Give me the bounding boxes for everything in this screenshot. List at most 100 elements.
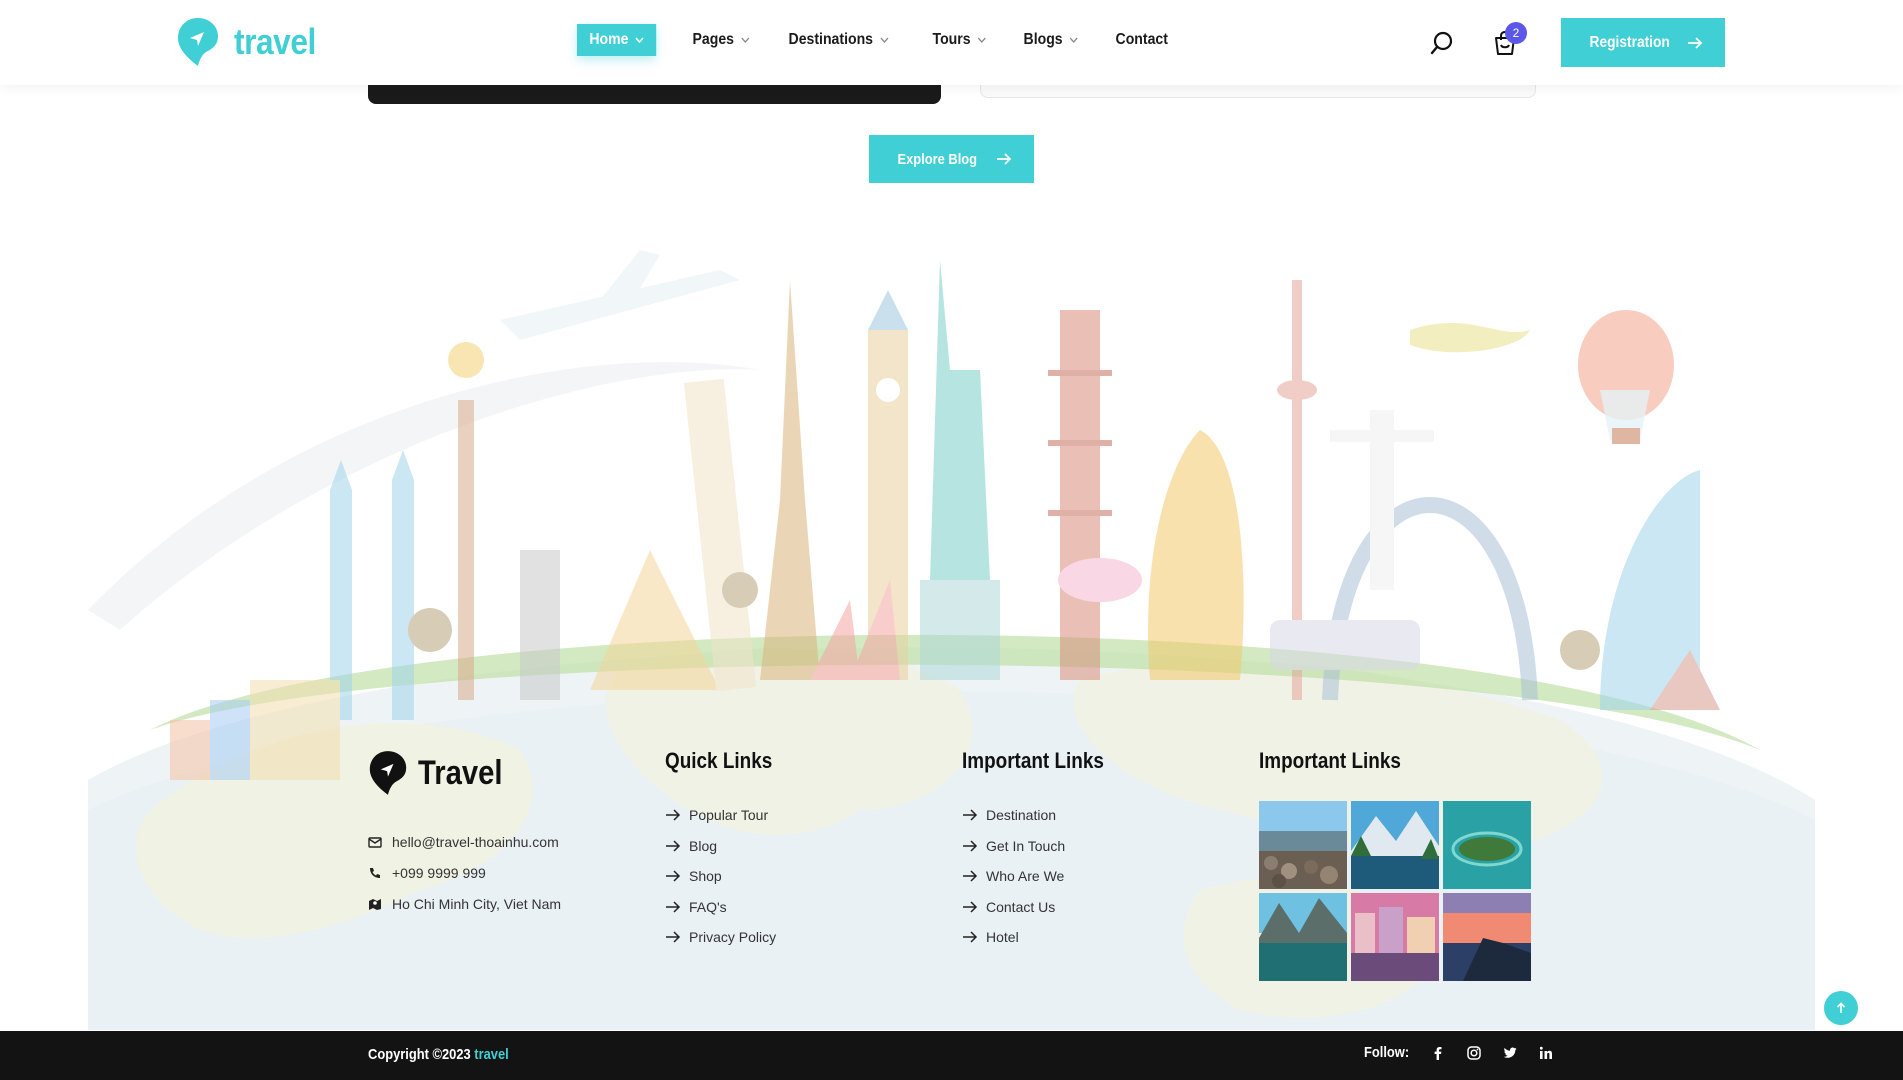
envelope-icon [368,836,382,848]
arrow-right-icon [666,870,681,882]
chevron-down-icon [977,37,986,43]
explore-blog-button[interactable]: Explore Blog [869,135,1034,183]
link-hotel[interactable]: Hotel [962,922,1065,953]
nav-contact-label: Contact [1115,31,1169,48]
gallery-image-pebble-beach[interactable] [1259,801,1347,889]
photo-sunset [1443,893,1531,981]
contact-address-text: Ho Chi Minh City, Viet Nam [392,895,562,912]
link-label: Blog [689,837,718,854]
arrow-right-icon [1687,36,1702,49]
nav-pages[interactable]: Pages [689,25,753,55]
photo-mountain [1351,801,1439,889]
footer-brand-name: Travel [418,753,503,792]
contact-phone[interactable]: +099 9999 999 [368,857,561,888]
contact-phone-text: +099 9999 999 [392,864,486,881]
copyright-text: Copyright ©2023 [368,1046,471,1063]
nav-pages-label: Pages [692,31,735,48]
link-destination[interactable]: Destination [962,800,1065,831]
chevron-down-icon [741,37,750,43]
contact-email[interactable]: hello@travel-thoainhu.com [368,826,561,857]
nav-blogs-label: Blogs [1023,31,1063,48]
nav-tours-label: Tours [932,31,971,48]
nav-blogs[interactable]: Blogs [1020,25,1082,55]
twitter-icon[interactable] [1503,1046,1517,1060]
link-label: Shop [689,868,722,885]
site-header: travel Home Pages Destinations Tours Blo… [0,0,1903,85]
photo-beach [1259,801,1347,889]
arrow-right-icon [963,931,978,943]
arrow-right-icon [963,840,978,852]
gallery-image-coastal-sunset[interactable] [1443,893,1531,981]
nav-destinations-label: Destinations [788,31,873,48]
link-get-in-touch[interactable]: Get In Touch [962,831,1065,862]
contact-address: Ho Chi Minh City, Viet Nam [368,888,561,919]
link-shop[interactable]: Shop [665,861,776,892]
social-follow: Follow: [1364,1044,1553,1061]
photo-island [1443,801,1531,889]
facebook-icon[interactable] [1431,1046,1445,1060]
chevron-down-icon [635,37,644,44]
arrow-right-icon [963,901,978,913]
footer-contact: hello@travel-thoainhu.com +099 9999 999 … [368,826,561,919]
important-links-title: Important Links [962,748,1104,773]
quick-links-title: Quick Links [665,748,773,773]
arrow-right-icon [963,870,978,882]
link-label: Privacy Policy [689,929,777,946]
nav-home[interactable]: Home [577,24,657,56]
nav-home-label: Home [589,31,629,48]
arrow-up-icon [1836,1002,1846,1013]
page: travel Home Pages Destinations Tours Blo… [0,0,1903,1080]
link-label: FAQ's [689,898,727,915]
gallery-image-city-canal[interactable] [1351,893,1439,981]
nav-contact[interactable]: Contact [1112,25,1171,55]
search-icon[interactable] [1430,30,1454,56]
arrow-right-icon [666,901,681,913]
link-blog[interactable]: Blog [665,831,776,862]
follow-label: Follow: [1364,1044,1410,1061]
site-logo[interactable]: travel [176,16,327,68]
registration-label: Registration [1589,33,1671,51]
copyright: Copyright ©2023 travel [368,1046,509,1063]
footer-logo[interactable]: Travel [368,748,516,798]
bottom-bar: Copyright ©2023 travel Follow: [0,1031,1903,1080]
link-privacy-policy[interactable]: Privacy Policy [665,922,776,953]
quick-links-list: Popular Tour Blog Shop FAQ's Privacy Pol… [665,800,776,953]
arrow-right-icon [963,809,978,821]
gallery-image-island[interactable] [1443,801,1531,889]
link-label: Destination [986,807,1057,824]
arrow-right-icon [666,840,681,852]
link-label: Who Are We [986,868,1065,885]
registration-button[interactable]: Registration [1561,18,1725,67]
footer-gallery [1259,801,1531,981]
photo-lake [1259,893,1347,981]
explore-blog-label: Explore Blog [897,150,978,168]
phone-icon [370,867,380,878]
arrow-right-icon [666,809,681,821]
cart-count-badge: 2 [1505,22,1527,44]
arrow-right-icon [996,153,1012,165]
main-nav: Home Pages Destinations Tours Blogs Cont… [577,24,1180,56]
photo-city [1351,893,1439,981]
logo-pin-icon [178,18,218,66]
nav-destinations[interactable]: Destinations [785,25,892,55]
link-contact-us[interactable]: Contact Us [962,892,1065,923]
link-label: Get In Touch [986,837,1066,854]
link-label: Hotel [986,929,1019,946]
link-label: Popular Tour [689,807,769,824]
instagram-icon[interactable] [1466,1045,1481,1060]
gallery-image-mountain-lake[interactable] [1351,801,1439,889]
important-links-list: Destination Get In Touch Who Are We Cont… [962,800,1065,953]
link-label: Contact Us [986,898,1056,915]
contact-email-text: hello@travel-thoainhu.com [392,833,559,850]
gallery-image-lake-boats[interactable] [1259,893,1347,981]
link-who-are-we[interactable]: Who Are We [962,861,1065,892]
link-faqs[interactable]: FAQ's [665,892,776,923]
arrow-right-icon [666,931,681,943]
linkedin-icon[interactable] [1539,1046,1553,1060]
nav-tours[interactable]: Tours [929,25,990,55]
footer-world-illustration [0,250,1903,1031]
link-popular-tour[interactable]: Popular Tour [665,800,776,831]
scroll-to-top-button[interactable] [1824,991,1858,1025]
copyright-brand-link[interactable]: travel [474,1046,508,1063]
logo-pin-icon [369,751,407,795]
